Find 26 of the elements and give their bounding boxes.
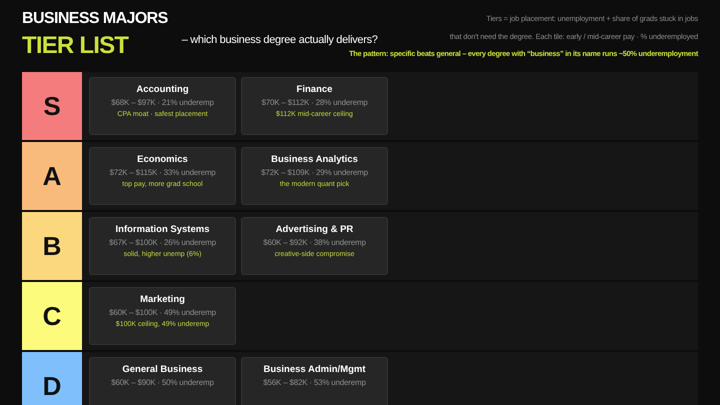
tier-label: B <box>22 212 82 280</box>
major-stats: $70K – $112K · 28% underemp <box>261 98 368 107</box>
tier-label: D <box>22 352 82 405</box>
major-name: General Business <box>122 364 203 375</box>
major-stats: $60K – $90K · 50% underemp <box>111 378 214 387</box>
major-name: Accounting <box>136 84 189 95</box>
major-stats: $72K – $109K · 29% underemp <box>261 168 368 177</box>
major-name: Economics <box>137 154 188 165</box>
subtitle: TIER LIST <box>22 32 130 60</box>
tier-label: A <box>22 142 82 210</box>
tier-label: C <box>22 282 82 350</box>
major-stats: $60K – $100K · 49% underemp <box>109 308 216 317</box>
major-name: Marketing <box>140 294 185 305</box>
major-name: Information Systems <box>116 224 210 235</box>
major-stats: $60K – $92K · 38% underemp <box>263 238 366 247</box>
major-name: Advertising & PR <box>276 224 354 235</box>
major-stats: $56K – $82K · 53% underemp <box>263 378 366 387</box>
major-stats: $68K – $97K · 21% underemp <box>111 98 214 107</box>
major-stats: $67K – $100K · 26% underemp <box>109 238 216 247</box>
major-name: Business Analytics <box>271 154 358 165</box>
tier-label: S <box>22 72 82 140</box>
major-name: Business Admin/Mgmt <box>263 364 366 375</box>
major-name: Finance <box>296 84 332 95</box>
title: BUSINESS MAJORS <box>22 10 168 28</box>
major-stats: $72K – $115K · 33% underemp <box>109 168 216 177</box>
tagline: – which business degree actually delivers? <box>182 34 378 46</box>
